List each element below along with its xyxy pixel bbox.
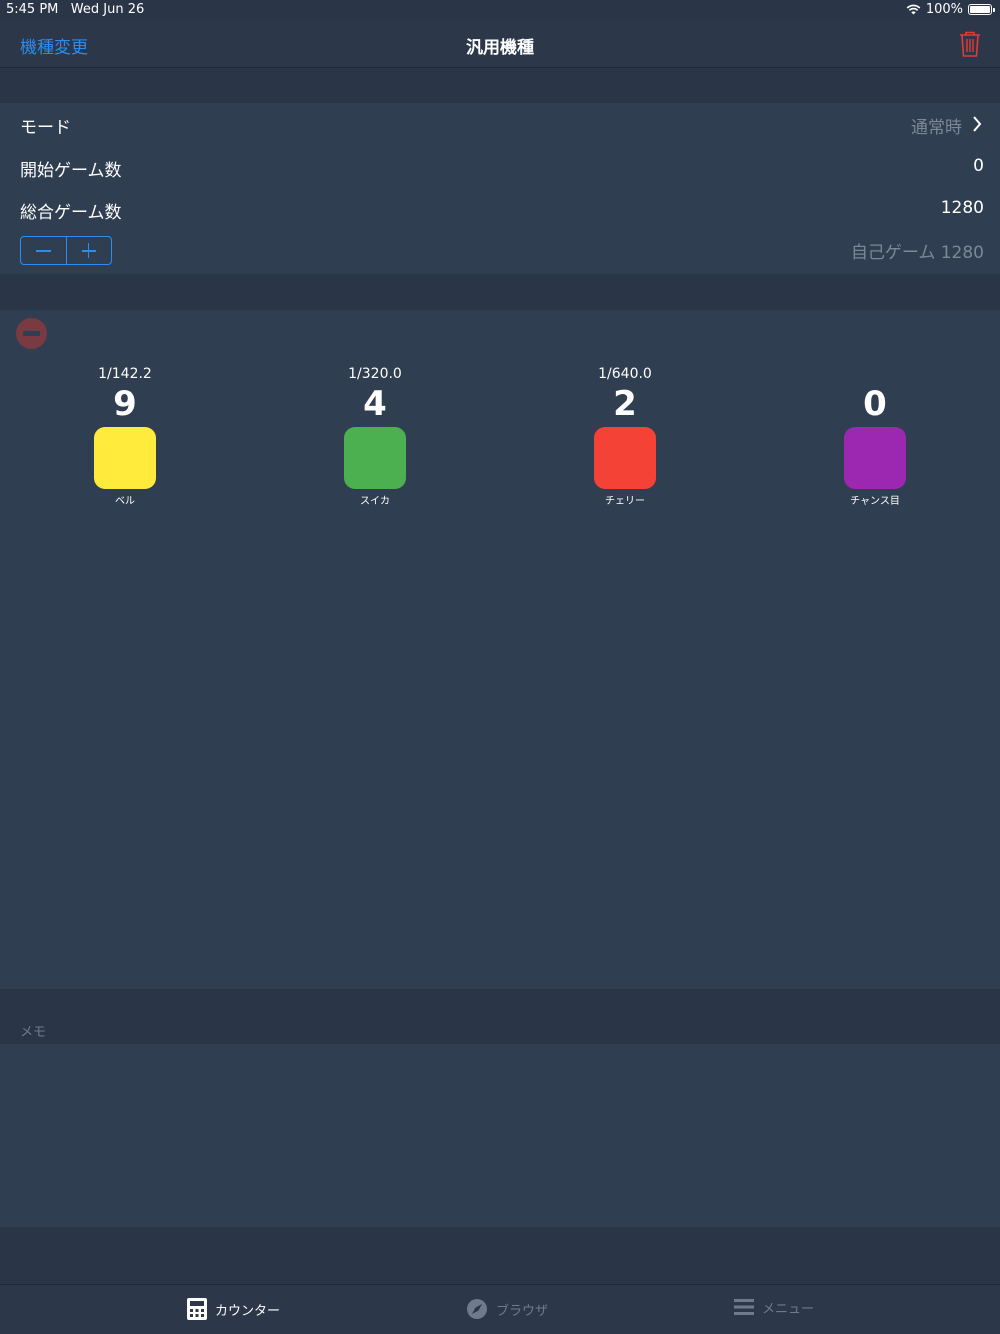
counter-cherry: 1/640.0 2 チェリー — [545, 366, 705, 507]
status-right: 100% — [906, 2, 995, 17]
counter-tile-chance[interactable] — [844, 427, 906, 489]
self-games-row: 自己ゲーム 1280 — [0, 228, 1000, 270]
memo-field[interactable] — [0, 1044, 1000, 1227]
nav-bar: 機種変更 汎用機種 — [0, 20, 1000, 68]
counter-name: スイカ — [360, 496, 390, 507]
total-games-row[interactable]: 総合ゲーム数 1280 — [0, 188, 1000, 230]
mode-row[interactable]: モード 通常時 — [0, 103, 1000, 145]
increment-button[interactable] — [65, 237, 112, 264]
tab-menu[interactable]: メニュー — [733, 1297, 814, 1317]
counter-count: 9 — [113, 384, 137, 424]
tab-counter[interactable]: カウンター — [186, 1297, 280, 1321]
counter-tile-watermelon[interactable] — [344, 427, 406, 489]
battery-percent: 100% — [925, 2, 963, 17]
start-games-value: 0 — [973, 156, 984, 176]
mode-value: 通常時 — [911, 118, 962, 138]
settings-section: モード 通常時 開始ゲーム数 0 総合ゲーム数 1280 自己ゲーム 1280 — [0, 103, 1000, 274]
counter-probability — [795, 366, 955, 384]
trash-icon — [960, 31, 980, 57]
battery-icon — [968, 4, 995, 15]
counter-name: ベル — [115, 496, 135, 507]
calculator-icon — [187, 1298, 207, 1320]
counter-count: 4 — [363, 384, 387, 424]
counter-bell: 1/142.2 9 ベル — [45, 366, 205, 507]
tab-label: カウンター — [215, 1303, 281, 1319]
counter-count: 0 — [863, 384, 887, 424]
counter-name: チャンス目 — [850, 496, 900, 507]
counter-tile-bell[interactable] — [94, 427, 156, 489]
tab-label: メニュー — [762, 1301, 815, 1317]
counter-probability: 1/142.2 — [98, 366, 152, 382]
total-games-value: 1280 — [940, 198, 984, 218]
game-stepper[interactable] — [20, 236, 112, 265]
mode-label: モード — [20, 118, 71, 138]
compass-icon — [467, 1299, 487, 1319]
counter-tile-cherry[interactable] — [594, 427, 656, 489]
decrement-button[interactable] — [21, 237, 66, 264]
tab-bar: カウンター ブラウザ メニュー — [0, 1284, 1000, 1334]
counter-count: 2 — [613, 384, 637, 424]
start-games-label: 開始ゲーム数 — [20, 161, 122, 181]
tab-browser[interactable]: ブラウザ — [465, 1297, 548, 1321]
wifi-icon — [906, 4, 921, 15]
remove-counter-button[interactable] — [16, 318, 47, 349]
status-bar: 5:45 PM Wed Jun 26 100% — [0, 0, 1000, 20]
counter-probability: 1/320.0 — [348, 366, 402, 382]
counter-probability: 1/640.0 — [598, 366, 652, 382]
status-date: Wed Jun 26 — [70, 2, 145, 17]
counter-name: チェリー — [605, 496, 645, 507]
counter-watermelon: 1/320.0 4 スイカ — [295, 366, 455, 507]
menu-icon — [734, 1299, 754, 1315]
status-time: 5:45 PM — [6, 2, 59, 17]
minus-icon — [36, 250, 51, 252]
total-games-label: 総合ゲーム数 — [20, 203, 122, 223]
counter-chance: 0 チャンス目 — [795, 366, 955, 507]
trash-button[interactable] — [958, 30, 982, 58]
tab-label: ブラウザ — [496, 1303, 549, 1319]
start-games-row[interactable]: 開始ゲーム数 0 — [0, 146, 1000, 188]
self-games-value: 自己ゲーム 1280 — [850, 243, 984, 263]
page-title: 汎用機種 — [466, 38, 534, 58]
chevron-right-icon — [973, 116, 982, 132]
status-left: 5:45 PM Wed Jun 26 — [6, 2, 144, 17]
memo-label: メモ — [20, 1025, 47, 1040]
